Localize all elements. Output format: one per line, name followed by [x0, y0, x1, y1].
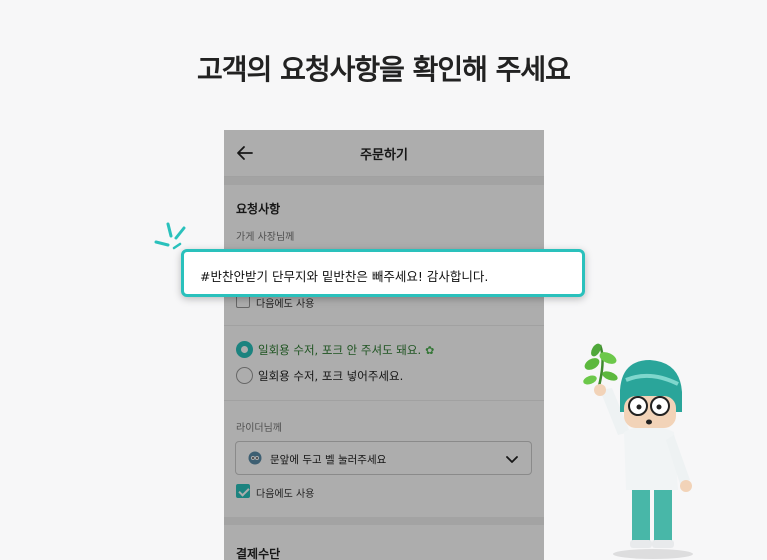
popup-request-text: #반찬안받기 단무지와 밑반찬은 빼주세요! 감사합니다.: [200, 269, 489, 284]
request-highlight-popup: #반찬안받기 단무지와 밑반찬은 빼주세요! 감사합니다.: [181, 249, 585, 297]
mascot-illustration: [583, 343, 693, 559]
page-heading: 고객의 요청사항을 확인해 주세요: [197, 53, 571, 86]
dim-overlay: [224, 130, 544, 560]
